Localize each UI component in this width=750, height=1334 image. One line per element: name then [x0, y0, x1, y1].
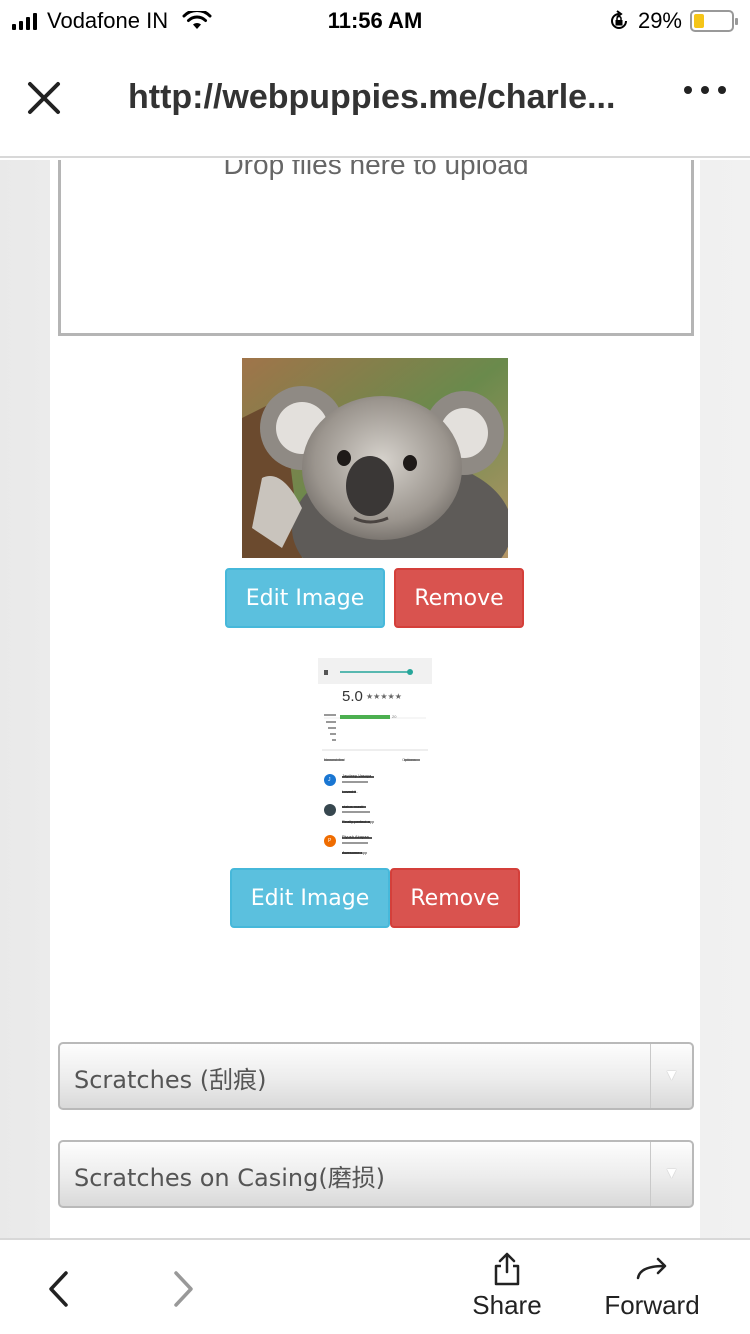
battery-fill	[694, 14, 704, 28]
screenshot-review-name: status masti	[342, 804, 364, 809]
screenshot-count: 20	[392, 714, 397, 719]
casing-scratches-select-value: Scratches on Casing(磨损)	[74, 1164, 386, 1192]
app-screenshot-thumbnail: 5.0 ★★★★★ 20 Newest first Options J Jayd…	[318, 658, 432, 856]
forward-arrow-icon	[636, 1257, 667, 1280]
screenshot-avatar-initial: J	[328, 777, 331, 783]
forward-label: Forward	[604, 1290, 700, 1320]
form-content: Drop files here to upload Edit Image Rem…	[50, 160, 700, 1238]
screenshot-review-name: Jaydeep Vasoya	[342, 773, 372, 778]
forward-chevron-icon[interactable]	[170, 1270, 196, 1308]
screenshot-review-name: Piyush Airapaa	[342, 834, 369, 839]
forward-button[interactable]: Forward	[596, 1252, 708, 1321]
screenshot-avatar-initial: P	[328, 838, 332, 844]
screenshot-stars: ★★★★★	[366, 692, 402, 701]
scratches-select[interactable]: Scratches (刮痕) ▼	[58, 1042, 694, 1110]
screenshot-options-label: Options	[402, 757, 416, 762]
casing-scratches-select[interactable]: Scratches on Casing(磨损) ▼	[58, 1140, 694, 1208]
edit-image-button[interactable]: Edit Image	[230, 868, 390, 928]
url-text[interactable]: http://webpuppies.me/charle...	[128, 78, 658, 117]
page-background: Drop files here to upload Edit Image Rem…	[0, 160, 750, 1238]
close-icon[interactable]	[24, 78, 64, 118]
chevron-down-icon: ▼	[650, 1044, 692, 1108]
back-icon[interactable]	[46, 1270, 72, 1308]
share-label: Share	[472, 1290, 542, 1320]
remove-image-button[interactable]: Remove	[390, 868, 520, 928]
browser-toolbar: Share Forward	[0, 1238, 750, 1334]
rotation-lock-icon	[610, 10, 627, 29]
status-right: 29%	[608, 8, 738, 34]
screenshot-rating: 5.0	[342, 688, 363, 705]
chevron-down-icon: ▼	[650, 1142, 692, 1206]
share-button[interactable]: Share	[466, 1252, 548, 1321]
remove-image-button[interactable]: Remove	[394, 568, 524, 628]
dropzone-text: Drop files here to upload	[223, 160, 529, 180]
status-bar: Vodafone IN 11:56 AM 29%	[0, 0, 750, 42]
upload-dropzone[interactable]: Drop files here to upload	[58, 160, 694, 336]
share-icon	[494, 1252, 520, 1286]
screenshot-sort-label: Newest first	[324, 757, 345, 762]
screenshot-review-text: Loved it..	[342, 789, 359, 794]
screenshot-review-text: Awesome app	[342, 850, 368, 855]
scratches-select-value: Scratches (刮痕)	[74, 1066, 267, 1094]
battery-percent: 29%	[637, 8, 682, 33]
browser-url-bar: http://webpuppies.me/charle...	[0, 42, 750, 158]
edit-image-button[interactable]: Edit Image	[225, 568, 385, 628]
koala-photo	[242, 358, 508, 558]
more-icon[interactable]	[684, 86, 726, 94]
battery-icon	[690, 10, 738, 32]
screenshot-review-text: Really perfect app	[342, 819, 375, 824]
